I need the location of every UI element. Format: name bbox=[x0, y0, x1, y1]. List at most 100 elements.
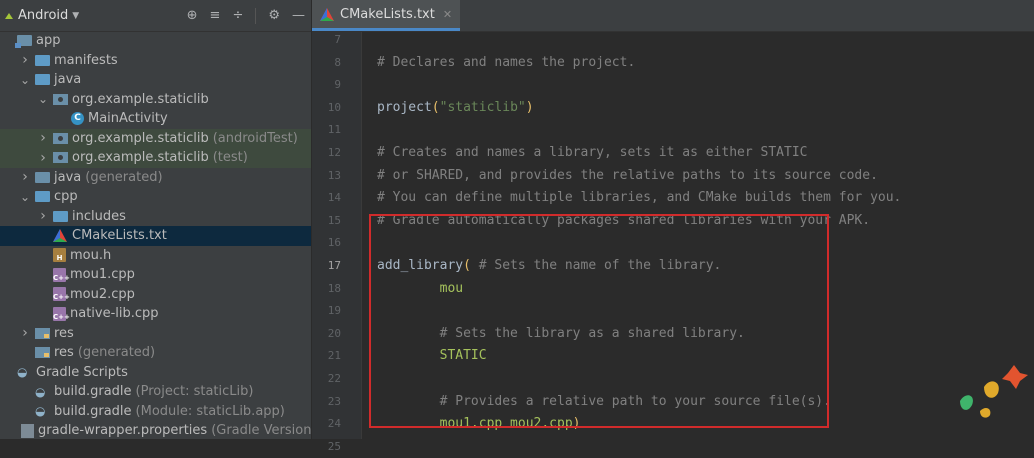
code-line: mou bbox=[377, 278, 463, 301]
gradle-icon: ◒ bbox=[35, 404, 46, 419]
code-token: ) bbox=[525, 99, 534, 115]
toolbar-divider bbox=[255, 7, 257, 24]
chevron-right-icon[interactable]: › bbox=[36, 130, 50, 146]
code-token: # or SHARED, and provides the relative p… bbox=[377, 167, 878, 183]
collapse-all-icon[interactable]: ÷ bbox=[232, 8, 243, 23]
project-panel-toolbar: Android ▼ ⊕ ≡ ÷ ⚙ — bbox=[0, 0, 311, 32]
tree-item-hint: (generated) bbox=[77, 345, 156, 361]
tree-item[interactable]: C++ mou1.cpp bbox=[0, 265, 311, 285]
tree-item-label: cpp bbox=[54, 189, 78, 205]
folder-icon bbox=[35, 191, 50, 203]
code-token: # Gradle automatically packages shared l… bbox=[377, 212, 871, 228]
code-token: mou bbox=[377, 280, 464, 296]
package-icon bbox=[53, 93, 68, 105]
tree-item-label: Gradle Scripts bbox=[36, 364, 128, 380]
tree-item[interactable]: › includes bbox=[0, 207, 311, 227]
package-icon bbox=[53, 152, 68, 164]
chevron-right-icon[interactable]: › bbox=[18, 325, 32, 341]
line-number: 14 bbox=[327, 191, 341, 205]
res-folder-icon bbox=[35, 347, 50, 359]
line-number-gutter: 7 8 9 10 11 12 13 14 15 16 17 18 19 20 21 22 23 24 25 bbox=[312, 32, 362, 453]
tree-item[interactable]: res (generated) bbox=[0, 343, 311, 363]
line-number: 15 bbox=[327, 213, 341, 227]
code-token: mou1.cpp mou2.cpp bbox=[377, 416, 573, 432]
tree-item[interactable]: › manifests bbox=[0, 51, 311, 71]
code-line: STATIC bbox=[377, 345, 487, 368]
tree-item[interactable]: ◒ build.gradle (Project: staticLib) bbox=[0, 382, 311, 402]
chevron-down-icon[interactable]: ⌄ bbox=[18, 73, 32, 87]
tree-item[interactable]: › java (generated) bbox=[0, 168, 311, 188]
chevron-down-icon: ▼ bbox=[72, 10, 80, 21]
code-token: ( bbox=[463, 258, 471, 273]
gear-icon[interactable]: ⚙ bbox=[268, 8, 280, 23]
chevron-down-icon[interactable]: ⌄ bbox=[36, 92, 50, 106]
chevron-right-icon[interactable]: › bbox=[36, 150, 50, 166]
chevron-right-icon[interactable]: › bbox=[18, 52, 32, 68]
tree-item-label: java bbox=[54, 169, 82, 185]
class-icon: C bbox=[71, 112, 84, 126]
code-token: # Provides a relative path to your sourc… bbox=[377, 393, 831, 409]
editor: CMakeLists.txt ✕ 7 8 9 10 11 12 13 14 15 16 17 18 19… bbox=[312, 0, 1034, 453]
line-number: 22 bbox=[327, 372, 341, 385]
chevron-down-icon[interactable]: ⌄ bbox=[18, 190, 32, 204]
module-folder-icon bbox=[15, 35, 32, 49]
tree-item-label: app bbox=[36, 33, 61, 49]
tree-item[interactable]: gradle-wrapper.properties (Gradle Version… bbox=[0, 421, 311, 439]
tree-item[interactable]: ⌄ org.example.staticlib bbox=[0, 90, 311, 110]
tree-item-label: org.example.staticlib bbox=[72, 91, 209, 107]
generated-folder-icon bbox=[35, 171, 50, 183]
tree-item-label: CMakeLists.txt bbox=[72, 228, 167, 244]
line-number: 23 bbox=[327, 394, 341, 408]
code-line: # Provides a relative path to your sourc… bbox=[377, 391, 831, 414]
line-number: 7 bbox=[334, 33, 341, 46]
tree-item[interactable]: C++ mou2.cpp bbox=[0, 285, 311, 305]
tree-item[interactable]: C++ native-lib.cpp bbox=[0, 304, 311, 324]
leaf-watermark-image bbox=[960, 365, 1028, 418]
tree-item[interactable]: Hmou.h bbox=[0, 246, 311, 266]
code-token: # Sets the name of the library. bbox=[470, 258, 722, 273]
tree-item[interactable]: ⌄ java bbox=[0, 70, 311, 90]
line-number: 10 bbox=[327, 100, 341, 114]
tab-cmakelists[interactable]: CMakeLists.txt ✕ bbox=[312, 0, 461, 31]
tree-item[interactable]: C MainActivity bbox=[0, 109, 311, 129]
tree-item-hint: (Gradle Version) bbox=[211, 423, 312, 439]
code-line: # Sets the library as a shared library. bbox=[377, 323, 745, 346]
chevron-right-icon[interactable]: › bbox=[36, 208, 50, 224]
tree-item[interactable]: › org.example.staticlib (test) bbox=[0, 148, 311, 168]
line-number: 24 bbox=[327, 417, 341, 431]
tree-item[interactable]: ◒ build.gradle (Module: staticLib.app) bbox=[0, 402, 311, 422]
tree-item[interactable]: CMakeLists.txt bbox=[0, 226, 311, 246]
line-number: 11 bbox=[327, 123, 341, 137]
tree-item[interactable]: › res bbox=[0, 324, 311, 344]
tree-item[interactable]: ⌄ cpp bbox=[0, 187, 311, 207]
code-line: # You can define multiple libraries, and… bbox=[377, 187, 901, 210]
close-icon[interactable]: ✕ bbox=[443, 8, 452, 21]
tree-item[interactable]: app bbox=[0, 31, 311, 51]
project-view-selector[interactable]: Android ▼ bbox=[4, 8, 79, 23]
cmake-icon bbox=[320, 7, 334, 21]
folder-icon bbox=[53, 210, 68, 222]
cpp-file-icon: C++ bbox=[53, 306, 70, 321]
project-view-label: Android bbox=[18, 8, 69, 23]
code-token: "staticlib" bbox=[439, 99, 526, 115]
tree-item-label: manifests bbox=[54, 52, 118, 68]
tree-item[interactable]: ◒ Gradle Scripts bbox=[0, 363, 311, 383]
line-number: 19 bbox=[327, 304, 341, 318]
hide-icon[interactable]: — bbox=[292, 8, 305, 23]
res-folder-icon bbox=[35, 327, 50, 339]
chevron-right-icon[interactable]: › bbox=[18, 169, 32, 185]
package-icon bbox=[53, 132, 68, 144]
code-area[interactable]: # Declares and names the project. project… bbox=[363, 32, 1034, 439]
code-line: # Gradle automatically packages shared l… bbox=[377, 210, 870, 233]
locate-icon[interactable]: ⊕ bbox=[187, 8, 198, 23]
code-line: mou1.cpp mou2.cpp) bbox=[377, 413, 581, 436]
tree-item-label: build.gradle bbox=[54, 403, 132, 419]
tree-item[interactable]: › org.example.staticlib (androidTest) bbox=[0, 128, 311, 148]
line-number: 20 bbox=[327, 326, 341, 340]
expand-all-icon[interactable]: ≡ bbox=[210, 8, 221, 23]
tree-item-label: mou1.cpp bbox=[70, 267, 135, 283]
line-number: 16 bbox=[327, 236, 341, 250]
code-token: project bbox=[377, 99, 432, 115]
tree-item-label: includes bbox=[72, 208, 126, 224]
code-token: STATIC bbox=[377, 348, 487, 364]
